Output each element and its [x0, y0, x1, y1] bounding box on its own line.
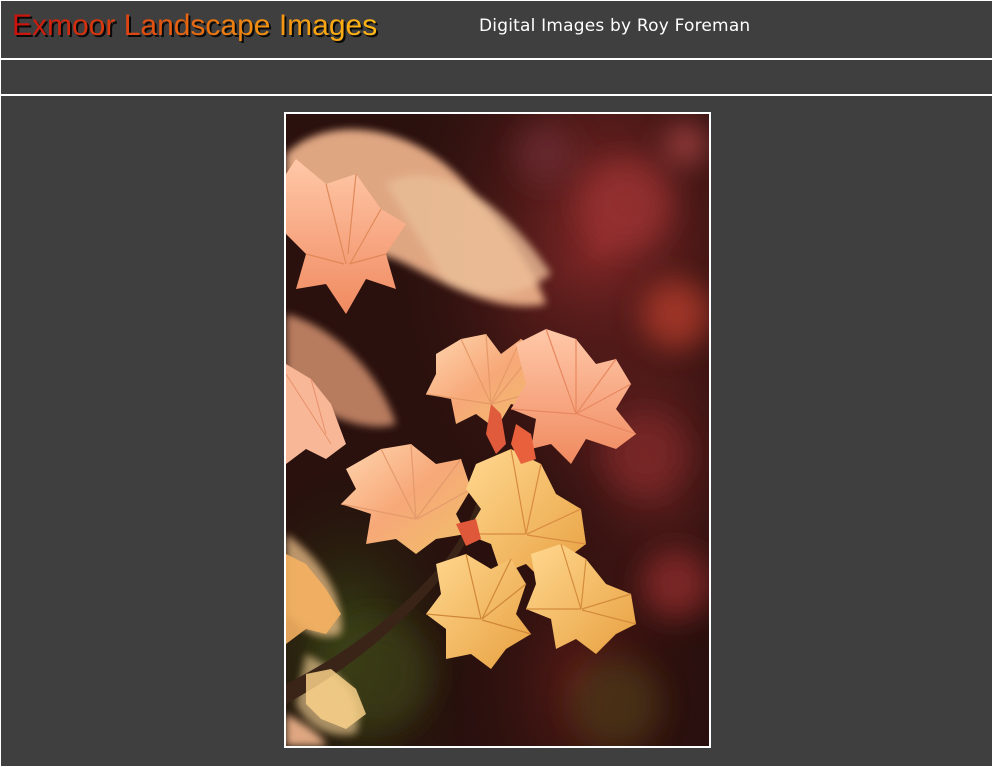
site-title[interactable]: Exmoor Landscape Images [12, 9, 377, 43]
site-header: Exmoor Landscape Images Digital Images b… [1, 1, 992, 58]
site-subtitle: Digital Images by Roy Foreman [479, 16, 751, 36]
page: Exmoor Landscape Images Digital Images b… [1, 1, 992, 766]
nav-divider [1, 94, 992, 96]
autumn-leaves-photo[interactable] [286, 114, 709, 746]
photo-frame[interactable] [284, 112, 711, 748]
nav-bar [1, 60, 992, 94]
